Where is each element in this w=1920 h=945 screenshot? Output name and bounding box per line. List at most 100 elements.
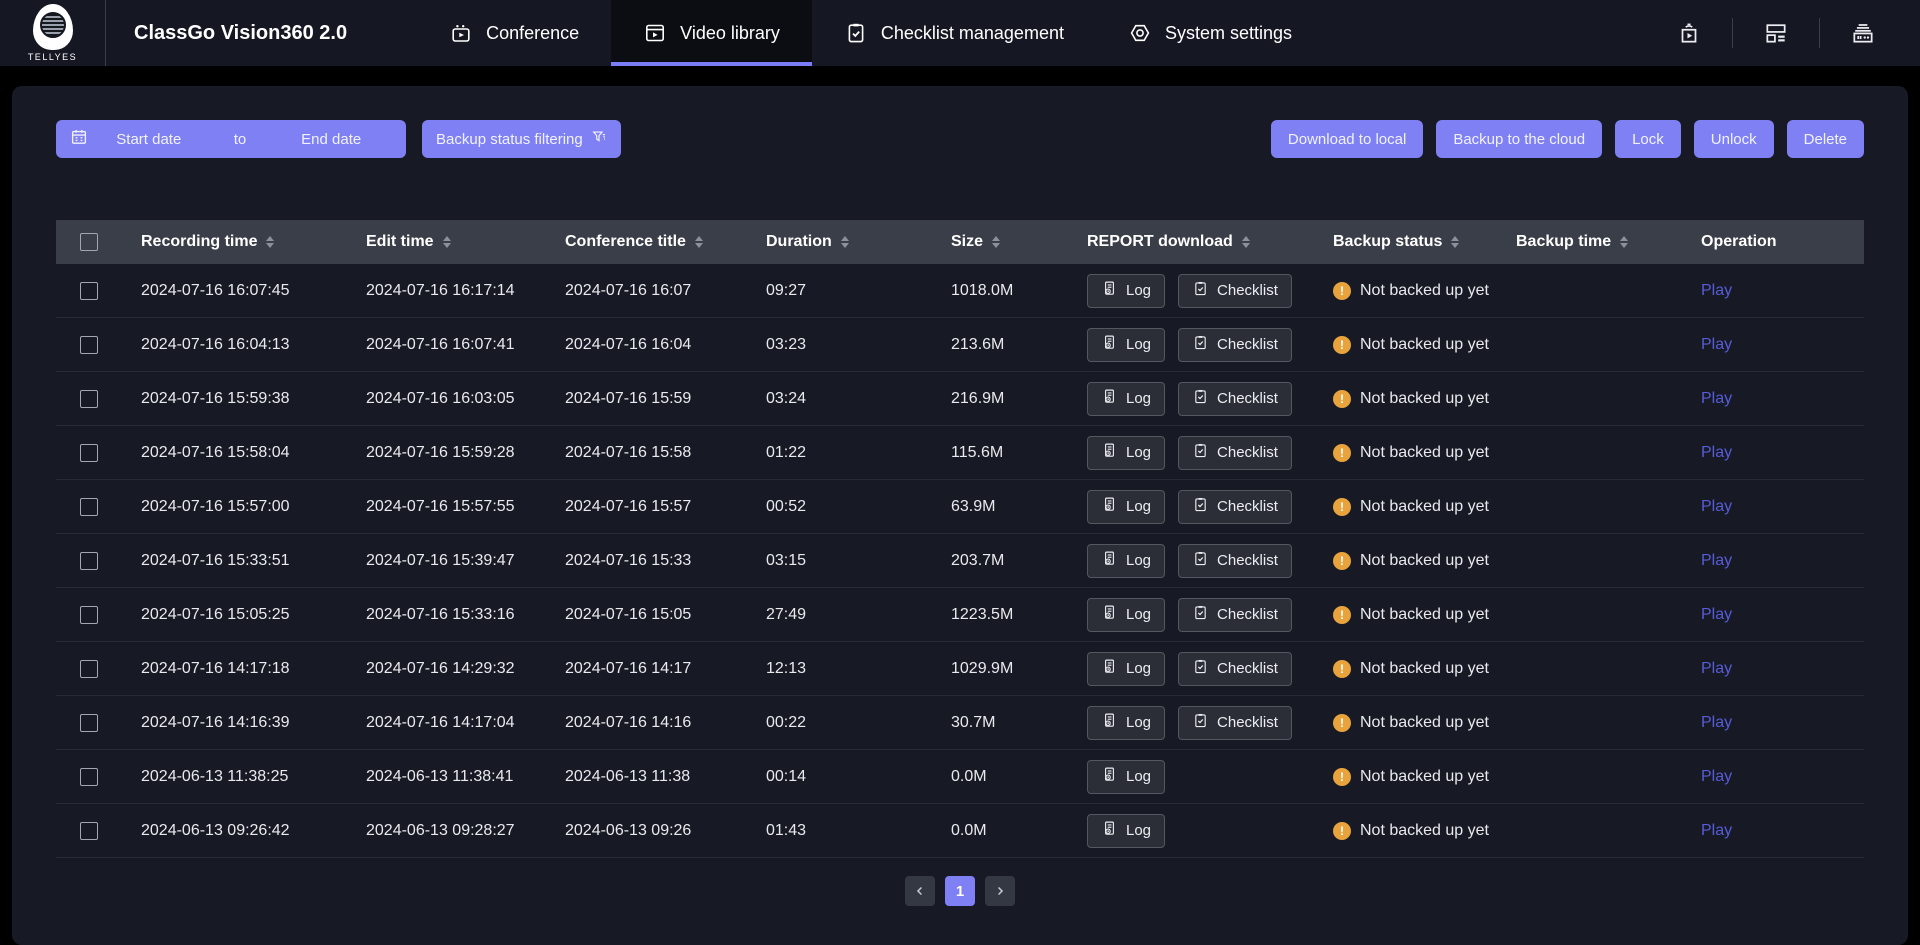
- checklist-button[interactable]: Checklist: [1178, 328, 1292, 362]
- column-header-operation[interactable]: Operation: [1681, 233, 1864, 251]
- conference-title-cell: 2024-07-16 16:07: [545, 282, 746, 300]
- row-checkbox[interactable]: [80, 822, 98, 840]
- play-link[interactable]: Play: [1701, 336, 1732, 354]
- backup-status-cell: ! Not backed up yet: [1313, 336, 1496, 354]
- select-all-checkbox[interactable]: [80, 233, 98, 251]
- cast-play-icon[interactable]: [1660, 20, 1718, 46]
- row-checkbox[interactable]: [80, 714, 98, 732]
- log-button[interactable]: Log: [1087, 706, 1165, 740]
- log-icon: [1101, 712, 1118, 733]
- sort-icon[interactable]: [443, 236, 451, 249]
- sort-icon[interactable]: [1620, 236, 1628, 249]
- play-link[interactable]: Play: [1701, 444, 1732, 462]
- lock-button[interactable]: Lock: [1615, 120, 1681, 158]
- play-link[interactable]: Play: [1701, 768, 1732, 786]
- sort-icon[interactable]: [992, 236, 1000, 249]
- start-date-placeholder[interactable]: Start date: [88, 131, 210, 148]
- report-download-cell: Log Checklist: [1067, 328, 1313, 362]
- play-link[interactable]: Play: [1701, 552, 1732, 570]
- column-header-backup-status[interactable]: Backup status: [1313, 233, 1496, 251]
- row-checkbox[interactable]: [80, 498, 98, 516]
- size-cell: 203.7M: [931, 552, 1067, 570]
- chevron-left-icon[interactable]: [905, 876, 935, 906]
- checklist-button[interactable]: Checklist: [1178, 490, 1292, 524]
- row-checkbox-cell: [56, 606, 121, 624]
- size-cell: 30.7M: [931, 714, 1067, 732]
- checklist-button[interactable]: Checklist: [1178, 544, 1292, 578]
- play-link[interactable]: Play: [1701, 498, 1732, 516]
- log-button[interactable]: Log: [1087, 760, 1165, 794]
- chevron-right-icon[interactable]: [985, 876, 1015, 906]
- log-button[interactable]: Log: [1087, 598, 1165, 632]
- log-button[interactable]: Log: [1087, 274, 1165, 308]
- backup-to-cloud-button[interactable]: Backup to the cloud: [1436, 120, 1602, 158]
- logo-egg-shape: [33, 4, 73, 50]
- play-link[interactable]: Play: [1701, 390, 1732, 408]
- tab-system-settings[interactable]: System settings: [1096, 0, 1324, 66]
- log-button[interactable]: Log: [1087, 814, 1165, 848]
- play-link[interactable]: Play: [1701, 714, 1732, 732]
- row-checkbox-cell: [56, 822, 121, 840]
- play-link[interactable]: Play: [1701, 606, 1732, 624]
- tab-conference[interactable]: Conference: [417, 0, 611, 66]
- column-header-backup-time[interactable]: Backup time: [1496, 233, 1681, 251]
- log-button[interactable]: Log: [1087, 490, 1165, 524]
- checklist-button[interactable]: Checklist: [1178, 598, 1292, 632]
- row-checkbox[interactable]: [80, 552, 98, 570]
- checklist-button[interactable]: Checklist: [1178, 382, 1292, 416]
- layout-panels-icon[interactable]: [1747, 20, 1805, 46]
- checklist-button[interactable]: Checklist: [1178, 706, 1292, 740]
- operation-cell: Play: [1681, 444, 1864, 462]
- log-button[interactable]: Log: [1087, 382, 1165, 416]
- row-checkbox[interactable]: [80, 444, 98, 462]
- row-checkbox[interactable]: [80, 660, 98, 678]
- play-link[interactable]: Play: [1701, 822, 1732, 840]
- report-download-cell: Log Checklist: [1067, 652, 1313, 686]
- log-button[interactable]: Log: [1087, 436, 1165, 470]
- table-row: 2024-07-16 15:57:00 2024-07-16 15:57:55 …: [56, 480, 1864, 534]
- warning-icon: !: [1333, 444, 1351, 462]
- checklist-button[interactable]: Checklist: [1178, 436, 1292, 470]
- column-header-recording-time[interactable]: Recording time: [121, 233, 346, 251]
- log-icon: [1101, 658, 1118, 679]
- sort-desc-caret: [266, 243, 274, 248]
- sort-icon[interactable]: [1451, 236, 1459, 249]
- funnel-filter-icon: [591, 129, 607, 149]
- play-link[interactable]: Play: [1701, 660, 1732, 678]
- column-header-size[interactable]: Size: [931, 233, 1067, 251]
- row-checkbox[interactable]: [80, 768, 98, 786]
- checklist-button[interactable]: Checklist: [1178, 652, 1292, 686]
- tab-checklist-management[interactable]: Checklist management: [812, 0, 1096, 66]
- column-header-label: Edit time: [366, 233, 434, 251]
- row-checkbox[interactable]: [80, 336, 98, 354]
- column-header-report-download[interactable]: REPORT download: [1067, 233, 1313, 251]
- sort-icon[interactable]: [695, 236, 703, 249]
- date-range-picker[interactable]: Start date to End date: [56, 120, 406, 158]
- checklist-button[interactable]: Checklist: [1178, 274, 1292, 308]
- recorder-device-icon[interactable]: [1834, 20, 1892, 46]
- log-button-label: Log: [1126, 444, 1151, 461]
- warning-icon: !: [1333, 714, 1351, 732]
- tab-video-library[interactable]: Video library: [611, 0, 812, 66]
- row-checkbox[interactable]: [80, 282, 98, 300]
- log-button[interactable]: Log: [1087, 328, 1165, 362]
- edit-time-cell: 2024-06-13 09:28:27: [346, 822, 545, 840]
- sort-icon[interactable]: [266, 236, 274, 249]
- log-button[interactable]: Log: [1087, 544, 1165, 578]
- column-header-duration[interactable]: Duration: [746, 233, 931, 251]
- backup-status-filter-button[interactable]: Backup status filtering: [422, 120, 621, 158]
- log-button[interactable]: Log: [1087, 652, 1165, 686]
- unlock-button[interactable]: Unlock: [1694, 120, 1774, 158]
- row-checkbox[interactable]: [80, 606, 98, 624]
- sort-icon[interactable]: [1242, 236, 1250, 249]
- download-to-local-button[interactable]: Download to local: [1271, 120, 1423, 158]
- backup-status-text: Not backed up yet: [1360, 606, 1489, 624]
- sort-icon[interactable]: [841, 236, 849, 249]
- play-link[interactable]: Play: [1701, 282, 1732, 300]
- delete-button[interactable]: Delete: [1787, 120, 1864, 158]
- column-header-edit-time[interactable]: Edit time: [346, 233, 545, 251]
- page-number-button[interactable]: 1: [945, 876, 975, 906]
- row-checkbox[interactable]: [80, 390, 98, 408]
- column-header-conference-title[interactable]: Conference title: [545, 233, 746, 251]
- end-date-placeholder[interactable]: End date: [270, 131, 392, 148]
